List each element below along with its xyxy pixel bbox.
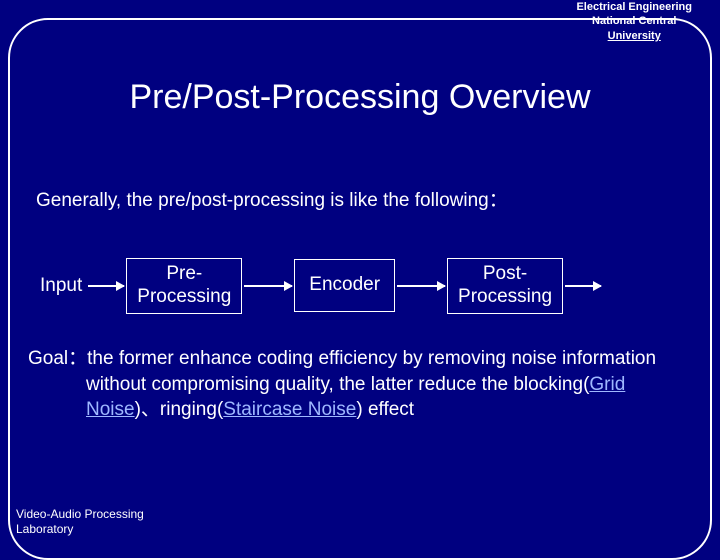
goal-part3: ) effect (356, 399, 414, 420)
diagram-postprocessing-box: Post- Processing (447, 258, 563, 314)
header-line1: Electrical Engineering (576, 0, 692, 14)
pre-line1: Pre- (137, 263, 231, 286)
pipeline-diagram: Input Pre- Processing Encoder Post- Proc… (36, 258, 684, 314)
institution-header: Electrical Engineering National Central … (576, 0, 692, 43)
encoder-label: Encoder (309, 274, 380, 295)
slide-title: Pre/Post-Processing Overview (0, 78, 720, 117)
footer-line2: Laboratory (16, 522, 144, 536)
diagram-input-label: Input (36, 275, 86, 297)
staircase-noise-link[interactable]: Staircase Noise (223, 399, 356, 420)
goal-label: Goal： (28, 348, 87, 369)
goal-part2: )、ringing( (135, 399, 224, 420)
arrow-icon (397, 285, 445, 287)
goal-text: Goal：the former enhance coding efficienc… (28, 346, 692, 423)
diagram-preprocessing-box: Pre- Processing (126, 258, 242, 314)
post-line1: Post- (458, 263, 552, 286)
pre-line2: Processing (137, 286, 231, 309)
footer-line1: Video-Audio Processing (16, 507, 144, 521)
arrow-icon (565, 285, 601, 287)
header-line3: University (576, 29, 692, 43)
goal-part1: the former enhance coding efficiency by … (86, 348, 656, 395)
arrow-icon (88, 285, 124, 287)
diagram-encoder-box: Encoder (294, 259, 395, 312)
header-line2: National Central (576, 14, 692, 28)
intro-text: Generally, the pre/post-processing is li… (36, 188, 684, 215)
post-line2: Processing (458, 286, 552, 309)
lab-footer: Video-Audio Processing Laboratory (16, 507, 144, 536)
arrow-icon (244, 285, 292, 287)
